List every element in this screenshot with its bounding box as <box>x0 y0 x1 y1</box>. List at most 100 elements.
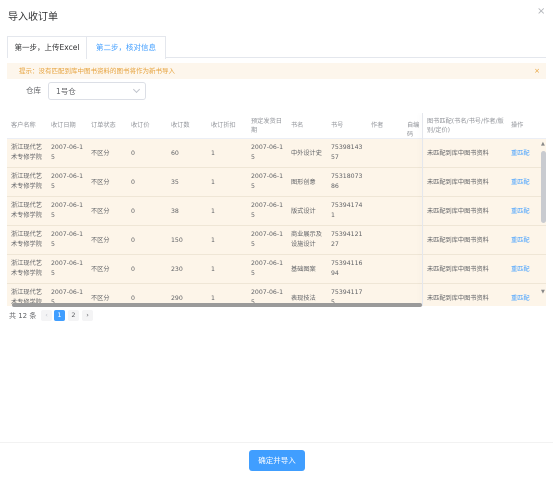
cell-book-match: 未匹配到库中图书资料 <box>427 266 489 273</box>
cell-book-title: 图形创意 <box>287 168 327 197</box>
table-header: 客户名称 收订日期 订单状态 收订价 收订数 收订折扣 预定发货日期 书名 书号 作者 自编码 图书匹… <box>7 113 546 139</box>
header-book-match: 图书匹配(书名/书号/作者/版别/定价) <box>427 118 504 134</box>
tab-upload-excel[interactable]: 第一步，上传Excel <box>7 36 86 58</box>
fixed-column-divider <box>422 113 423 306</box>
cell-ship-date-line: 2007-06-1 <box>251 260 284 267</box>
cell-quantity: 35 <box>171 179 179 186</box>
vertical-scroll-thumb[interactable] <box>541 151 546 223</box>
table-row[interactable]: 浙江现代艺 术专修学院 2007-06-1 5 不区分 0 230 1 2007-06-1 5 基础… <box>7 255 546 284</box>
page-2-button[interactable]: 2 <box>68 310 79 321</box>
cell-customer-line: 浙江现代艺 <box>11 173 42 180</box>
cell-ship-date: 2007-06-1 5 <box>247 226 287 255</box>
header-order-date: 收订日期 <box>51 122 76 129</box>
cell-order-date: 2007-06-1 5 <box>47 226 87 255</box>
cell-quantity: 60 <box>171 150 179 157</box>
cell-order-date-line: 2007-06-1 <box>51 289 84 296</box>
cell-order-date-line: 2007-06-1 <box>51 173 84 180</box>
header-action: 操作 <box>511 122 524 129</box>
horizontal-scrollbar[interactable] <box>12 303 536 308</box>
cell-custom-code <box>403 255 423 284</box>
cell-order-date-line: 5 <box>51 241 55 248</box>
table-row[interactable]: 浙江现代艺 术专修学院 2007-06-1 5 不区分 0 150 1 2007-06-1 5 商业… <box>7 226 546 255</box>
cell-ship-date-line: 5 <box>251 183 255 190</box>
cell-price: 0 <box>131 208 135 215</box>
cell-book-match: 未匹配到库中图书资料 <box>427 208 489 215</box>
cell-ship-date-line: 5 <box>251 241 255 248</box>
cell-isbn: 75394174 1 <box>327 197 367 226</box>
prev-page-button[interactable]: ‹ <box>41 310 52 321</box>
table-row[interactable]: 浙江现代艺 术专修学院 2007-06-1 5 不区分 0 60 1 2007-06-1 5 中外设… <box>7 139 546 168</box>
header-customer: 客户名称 <box>11 122 36 129</box>
cell-book-title-line: 设施设计 <box>291 241 316 248</box>
cell-author <box>367 197 403 226</box>
cell-order-status: 不区分 <box>91 179 110 186</box>
footer-divider <box>0 442 553 443</box>
cell-ship-date-line: 5 <box>251 270 255 277</box>
cell-order-status: 不区分 <box>91 266 110 273</box>
cell-order-date: 2007-06-1 5 <box>47 197 87 226</box>
cell-isbn-line: 75394117 <box>331 289 363 296</box>
cell-order-date-line: 2007-06-1 <box>51 231 84 238</box>
cell-customer-line: 术专修学院 <box>11 270 42 277</box>
table-row[interactable]: 浙江现代艺 术专修学院 2007-06-1 5 不区分 0 38 1 2007-06-1 5 版式设… <box>7 197 546 226</box>
cell-customer-line: 浙江现代艺 <box>11 289 42 296</box>
next-page-button[interactable]: › <box>82 310 93 321</box>
vertical-scrollbar[interactable]: ▲ ▼ <box>541 139 546 299</box>
cell-isbn-line: 75394116 <box>331 260 363 267</box>
header-quantity: 收订数 <box>171 122 190 129</box>
cell-customer-line: 术专修学院 <box>11 241 42 248</box>
cell-isbn-line: 75398143 <box>331 144 363 151</box>
cell-discount: 1 <box>211 179 215 186</box>
step-tabs: 第一步，上传Excel 第二步，核对信息 <box>7 36 546 59</box>
cell-ship-date: 2007-06-1 5 <box>247 139 287 168</box>
cell-order-date-line: 5 <box>51 212 55 219</box>
cell-book-match: 未匹配到库中图书资料 <box>427 237 489 244</box>
notice-text: 提示：没有匹配到库中图书资料的图书将作为新书导入 <box>19 67 175 75</box>
cell-author <box>367 255 403 284</box>
cell-ship-date-line: 2007-06-1 <box>251 144 284 151</box>
confirm-import-button[interactable]: 确定并导入 <box>249 450 305 471</box>
horizontal-scroll-thumb[interactable] <box>12 303 422 307</box>
page-1-button[interactable]: 1 <box>54 310 65 321</box>
tab-verify-info[interactable]: 第二步，核对信息 <box>86 36 166 59</box>
cell-author <box>367 168 403 197</box>
cell-author <box>367 139 403 168</box>
cell-discount: 1 <box>211 266 215 273</box>
cell-ship-date-line: 2007-06-1 <box>251 289 284 296</box>
cell-book-title: 中外设计史 <box>287 139 327 168</box>
scroll-down-icon[interactable]: ▼ <box>541 290 545 295</box>
cell-isbn-line: 75394174 <box>331 202 363 209</box>
cell-ship-date-line: 2007-06-1 <box>251 173 284 180</box>
cell-customer-line: 术专修学院 <box>11 212 42 219</box>
cell-isbn: 75398143 57 <box>327 139 367 168</box>
cell-isbn-line: 75318073 <box>331 173 363 180</box>
scroll-up-icon[interactable]: ▲ <box>541 142 545 147</box>
cell-book-title-line: 版式设计 <box>291 208 316 215</box>
close-icon[interactable]: × <box>537 7 545 17</box>
warehouse-select[interactable]: 1号仓 <box>48 82 146 100</box>
cell-order-date-line: 5 <box>51 270 55 277</box>
cell-discount: 1 <box>211 208 215 215</box>
cell-order-date-line: 2007-06-1 <box>51 260 84 267</box>
cell-order-date: 2007-06-1 5 <box>47 139 87 168</box>
cell-custom-code <box>403 197 423 226</box>
header-book-title: 书名 <box>291 122 304 129</box>
cell-book-title: 基础图案 <box>287 255 327 284</box>
cell-ship-date-line: 2007-06-1 <box>251 202 284 209</box>
cell-customer: 浙江现代艺术专修学院 <box>7 197 47 226</box>
cell-order-status: 不区分 <box>91 208 110 215</box>
cell-order-date-line: 2007-06-1 <box>51 202 84 209</box>
cell-customer: 浙江现代艺术专修学院 <box>7 168 47 197</box>
notice-close-icon[interactable]: × <box>534 63 540 79</box>
warehouse-value: 1号仓 <box>56 87 76 96</box>
cell-isbn-line: 94 <box>331 270 339 277</box>
cell-order-date: 2007-06-1 5 <box>47 168 87 197</box>
cell-customer: 浙江现代艺术专修学院 <box>7 255 47 284</box>
header-ship-date: 预定发货日期 <box>251 118 282 134</box>
header-isbn: 书号 <box>331 122 344 129</box>
table-row[interactable]: 浙江现代艺 术专修学院 2007-06-1 5 不区分 0 35 1 2007-06-1 5 图形创… <box>7 168 546 197</box>
cell-quantity: 230 <box>171 266 183 273</box>
cell-custom-code <box>403 139 423 168</box>
cell-customer-line: 术专修学院 <box>11 154 42 161</box>
cell-quantity: 38 <box>171 208 179 215</box>
